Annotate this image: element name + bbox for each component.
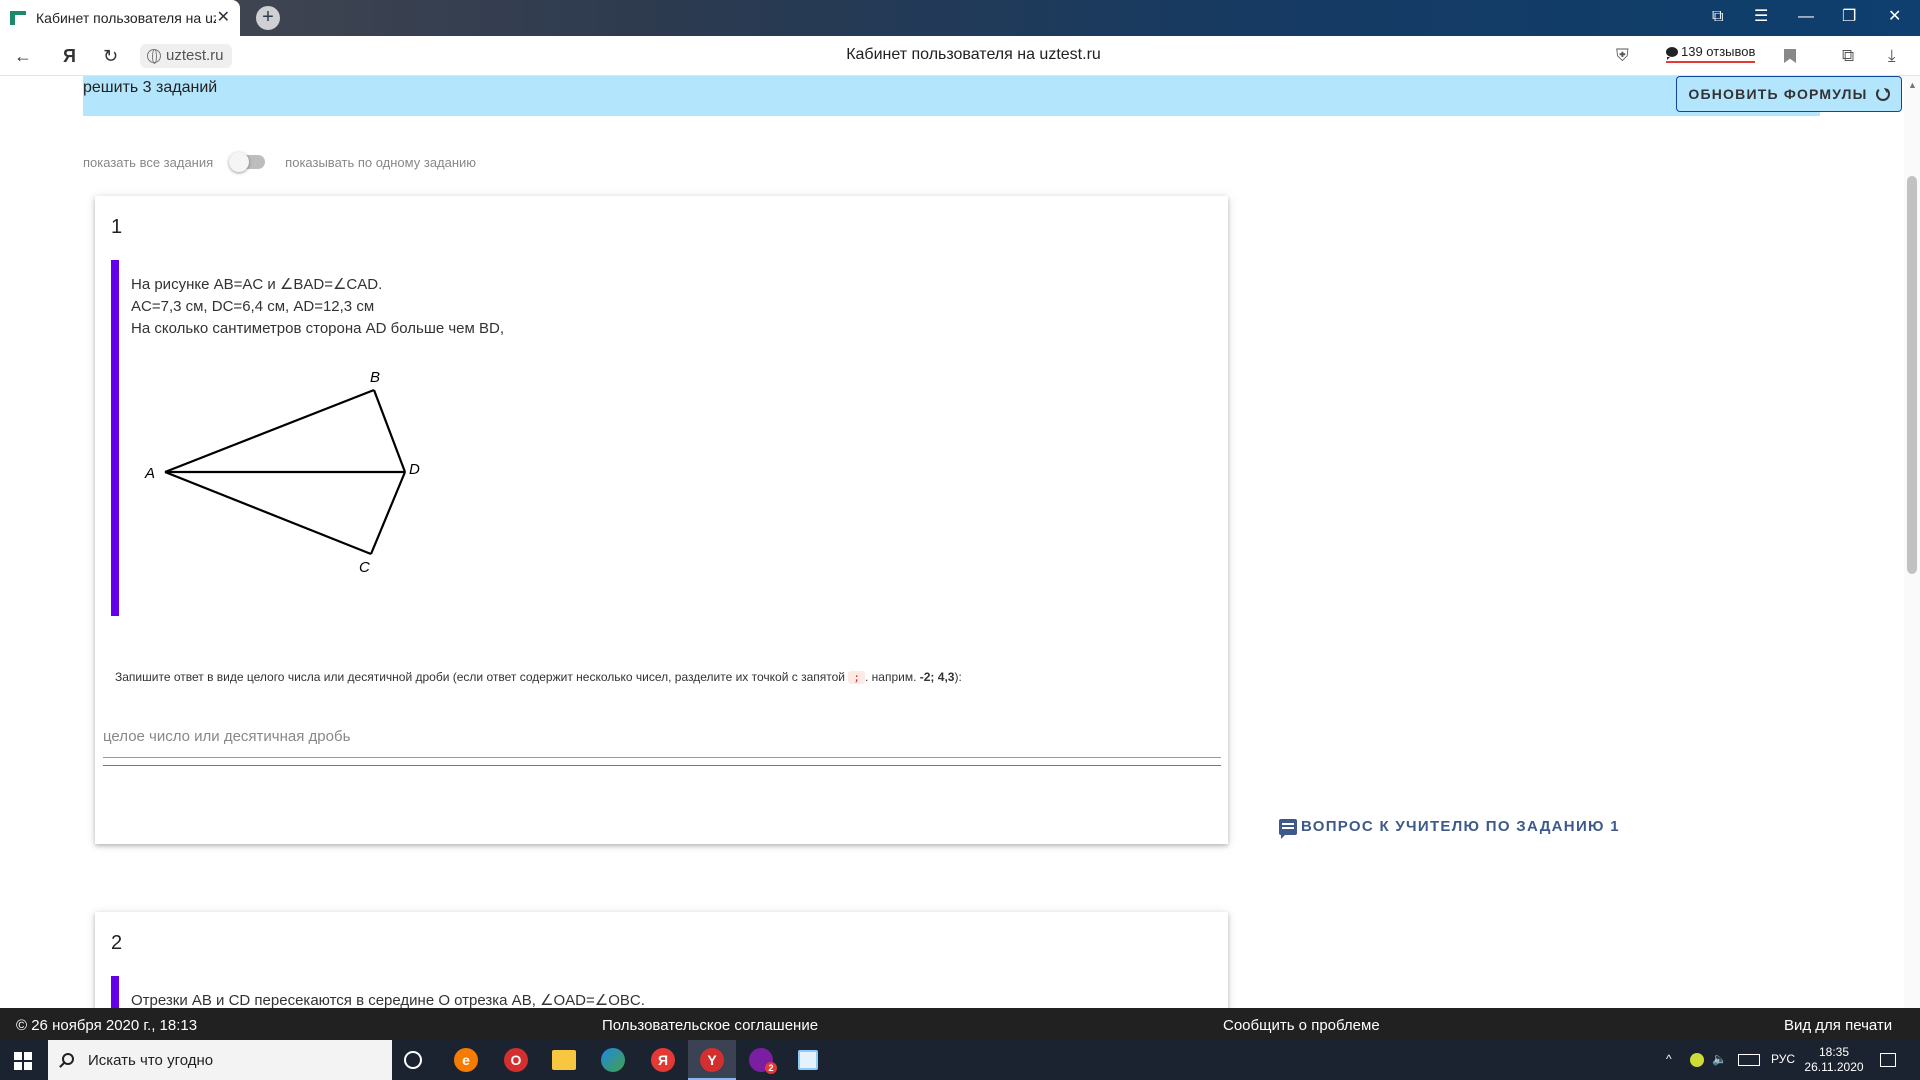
viber-icon[interactable]: 2 <box>749 1048 777 1074</box>
notifications-icon[interactable] <box>1880 1053 1896 1067</box>
status-banner: решить 3 заданий ОБНОВИТЬ ФОРМУЛЫ <box>83 76 1902 116</box>
task-card-1: 1 На рисунке AB=AC и ∠BAD=∠CAD. AC=7,3 с… <box>95 196 1228 844</box>
segment-ab <box>164 388 375 474</box>
browser-tab[interactable]: Кабинет пользователя на uztest.ru ✕ <box>0 0 240 36</box>
new-tab-button[interactable]: + <box>256 6 280 30</box>
refresh-formulas-button[interactable]: ОБНОВИТЬ ФОРМУЛЫ <box>1676 76 1902 112</box>
task-body: Отрезки AB и CD пересекаются в середине … <box>111 976 1211 1008</box>
show-one-label: показывать по одному заданию <box>285 154 477 170</box>
reviews-badge[interactable]: 139 отзывов <box>1666 44 1756 63</box>
task-line: На рисунке AB=AC и ∠BAD=∠CAD. <box>131 276 383 293</box>
minimize-icon[interactable]: — <box>1798 7 1814 27</box>
task-statement: Отрезки AB и CD пересекаются в середине … <box>131 990 645 1008</box>
windows-start-icon[interactable] <box>14 1052 32 1070</box>
print-view-link[interactable]: Вид для печати <box>1784 1017 1892 1034</box>
banner-text: решить 3 заданий <box>83 79 218 96</box>
os-taskbar: Искать что угодно e O Я Y 2 ^ 🔈 РУС 18:3… <box>0 1040 1920 1080</box>
answer-field <box>103 716 1221 766</box>
task-number: 1 <box>111 216 123 238</box>
vertex-b-label: B <box>370 369 380 386</box>
window-close-icon[interactable]: ✕ <box>1888 7 1901 27</box>
tab-title: Кабинет пользователя на uztest.ru <box>36 10 216 26</box>
speech-bubble-icon <box>1666 46 1678 60</box>
reviews-count: 139 отзывов <box>1681 44 1756 59</box>
vertex-a-label: A <box>144 465 155 482</box>
view-mode-switch[interactable] <box>229 152 266 172</box>
answer-hint: Запишите ответ в виде целого числа или д… <box>115 670 962 684</box>
tray-app-icon[interactable] <box>1690 1053 1704 1067</box>
segment-bd <box>372 389 407 473</box>
task-line: AC=7,3 см, DC=6,4 см, AD=12,3 см <box>131 298 375 315</box>
clock-date: 26.11.2020 <box>1804 1060 1864 1074</box>
edge-icon[interactable] <box>601 1048 625 1072</box>
task-line: На сколько сантиметров сторона AD больше… <box>131 320 505 337</box>
tray-chevron-icon[interactable]: ^ <box>1666 1052 1672 1066</box>
taskbar-search[interactable]: Искать что угодно <box>48 1040 392 1080</box>
viber-badge: 2 <box>765 1062 777 1074</box>
volume-icon[interactable]: 🔈 <box>1712 1052 1727 1066</box>
hint-example-prefix: . наприм. <box>864 670 917 684</box>
task-card-2: 2 Отрезки AB и CD пересекаются в середин… <box>95 912 1228 1008</box>
task-line: Отрезки AB и CD пересекаются в середине … <box>131 992 645 1008</box>
site-favicon-icon <box>10 10 26 26</box>
show-all-label: показать все задания <box>83 154 214 170</box>
segment-ac <box>164 470 372 556</box>
task-body: На рисунке AB=AC и ∠BAD=∠CAD. AC=7,3 см,… <box>111 260 1211 616</box>
ask-teacher-link[interactable]: ВОПРОС К УЧИТЕЛЮ ПО ЗАДАНИЮ 1 <box>1279 818 1620 839</box>
keyboard-icon[interactable] <box>1738 1054 1760 1066</box>
file-explorer-icon[interactable] <box>552 1050 576 1070</box>
protect-icon[interactable]: ⛨ <box>1616 45 1629 67</box>
hint-example: -2; 4,3 <box>919 670 955 684</box>
browser-tab-strip: Кабинет пользователя на uztest.ru ✕ + ⧉ … <box>0 0 1920 36</box>
collections-icon[interactable]: ⧉ <box>1712 7 1723 27</box>
page-heading: Кабинет пользователя на uztest.ru <box>846 46 1101 63</box>
scroll-up-icon[interactable]: ▲ <box>1908 80 1917 90</box>
yandex-browser-icon[interactable]: Y <box>700 1048 724 1072</box>
switch-knob[interactable] <box>229 152 250 172</box>
restore-icon[interactable]: ❐ <box>1842 7 1856 27</box>
tab-close-icon[interactable]: ✕ <box>217 9 230 27</box>
view-mode-toggle-row: показать все задания показывать по одном… <box>83 152 476 172</box>
system-clock[interactable]: 18:35 26.11.2020 <box>1802 1045 1866 1075</box>
vertex-c-label: C <box>359 559 370 576</box>
language-indicator[interactable]: РУС <box>1771 1052 1795 1066</box>
browser-menu-icon[interactable]: ☰ <box>1754 7 1768 27</box>
refresh-formulas-label: ОБНОВИТЬ ФОРМУЛЫ <box>1688 86 1868 102</box>
download-icon[interactable]: ⤓ <box>1888 45 1896 67</box>
task-number: 2 <box>111 932 123 954</box>
hint-suffix: ): <box>954 670 962 684</box>
clock-time: 18:35 <box>1818 1045 1850 1059</box>
report-problem-link[interactable]: Сообщить о проблеме <box>1223 1017 1380 1034</box>
segment-dc <box>369 471 407 555</box>
taskbar-search-placeholder: Искать что угодно <box>88 1051 214 1069</box>
user-agreement-link[interactable]: Пользовательское соглашение <box>602 1017 818 1034</box>
refresh-icon <box>1875 87 1890 101</box>
task-statement: На рисунке AB=AC и ∠BAD=∠CAD. AC=7,3 см,… <box>131 274 504 340</box>
page-scrollbar[interactable]: ▲ <box>1904 76 1920 1008</box>
notepad-icon[interactable] <box>798 1050 818 1070</box>
separator-chip: ; <box>848 671 865 684</box>
scroll-thumb[interactable] <box>1907 176 1917 574</box>
vertex-d-label: D <box>409 461 420 478</box>
search-icon <box>62 1053 74 1065</box>
yandex-app-icon[interactable]: Я <box>651 1048 675 1072</box>
hint-text: Запишите ответ в виде целого числа или д… <box>115 670 846 684</box>
collections-bar-icon[interactable]: ⧉ <box>1842 45 1854 67</box>
answer-input[interactable] <box>103 716 1221 756</box>
page-content: решить 3 заданий ОБНОВИТЬ ФОРМУЛЫ показа… <box>0 76 1920 1008</box>
edge-legacy-icon[interactable]: e <box>454 1048 478 1072</box>
footer-date: © 26 ноября 2020 г., 18:13 <box>16 1017 198 1034</box>
task-figure: A B C D <box>144 369 420 576</box>
ask-teacher-label: ВОПРОС К УЧИТЕЛЮ ПО ЗАДАНИЮ 1 <box>1301 818 1620 835</box>
address-bar: ← Я ↻ uztest.ru Кабинет пользователя на … <box>0 36 1920 76</box>
opera-icon[interactable]: O <box>504 1048 528 1072</box>
chat-icon <box>1279 818 1297 839</box>
task-view-icon[interactable] <box>404 1051 422 1069</box>
